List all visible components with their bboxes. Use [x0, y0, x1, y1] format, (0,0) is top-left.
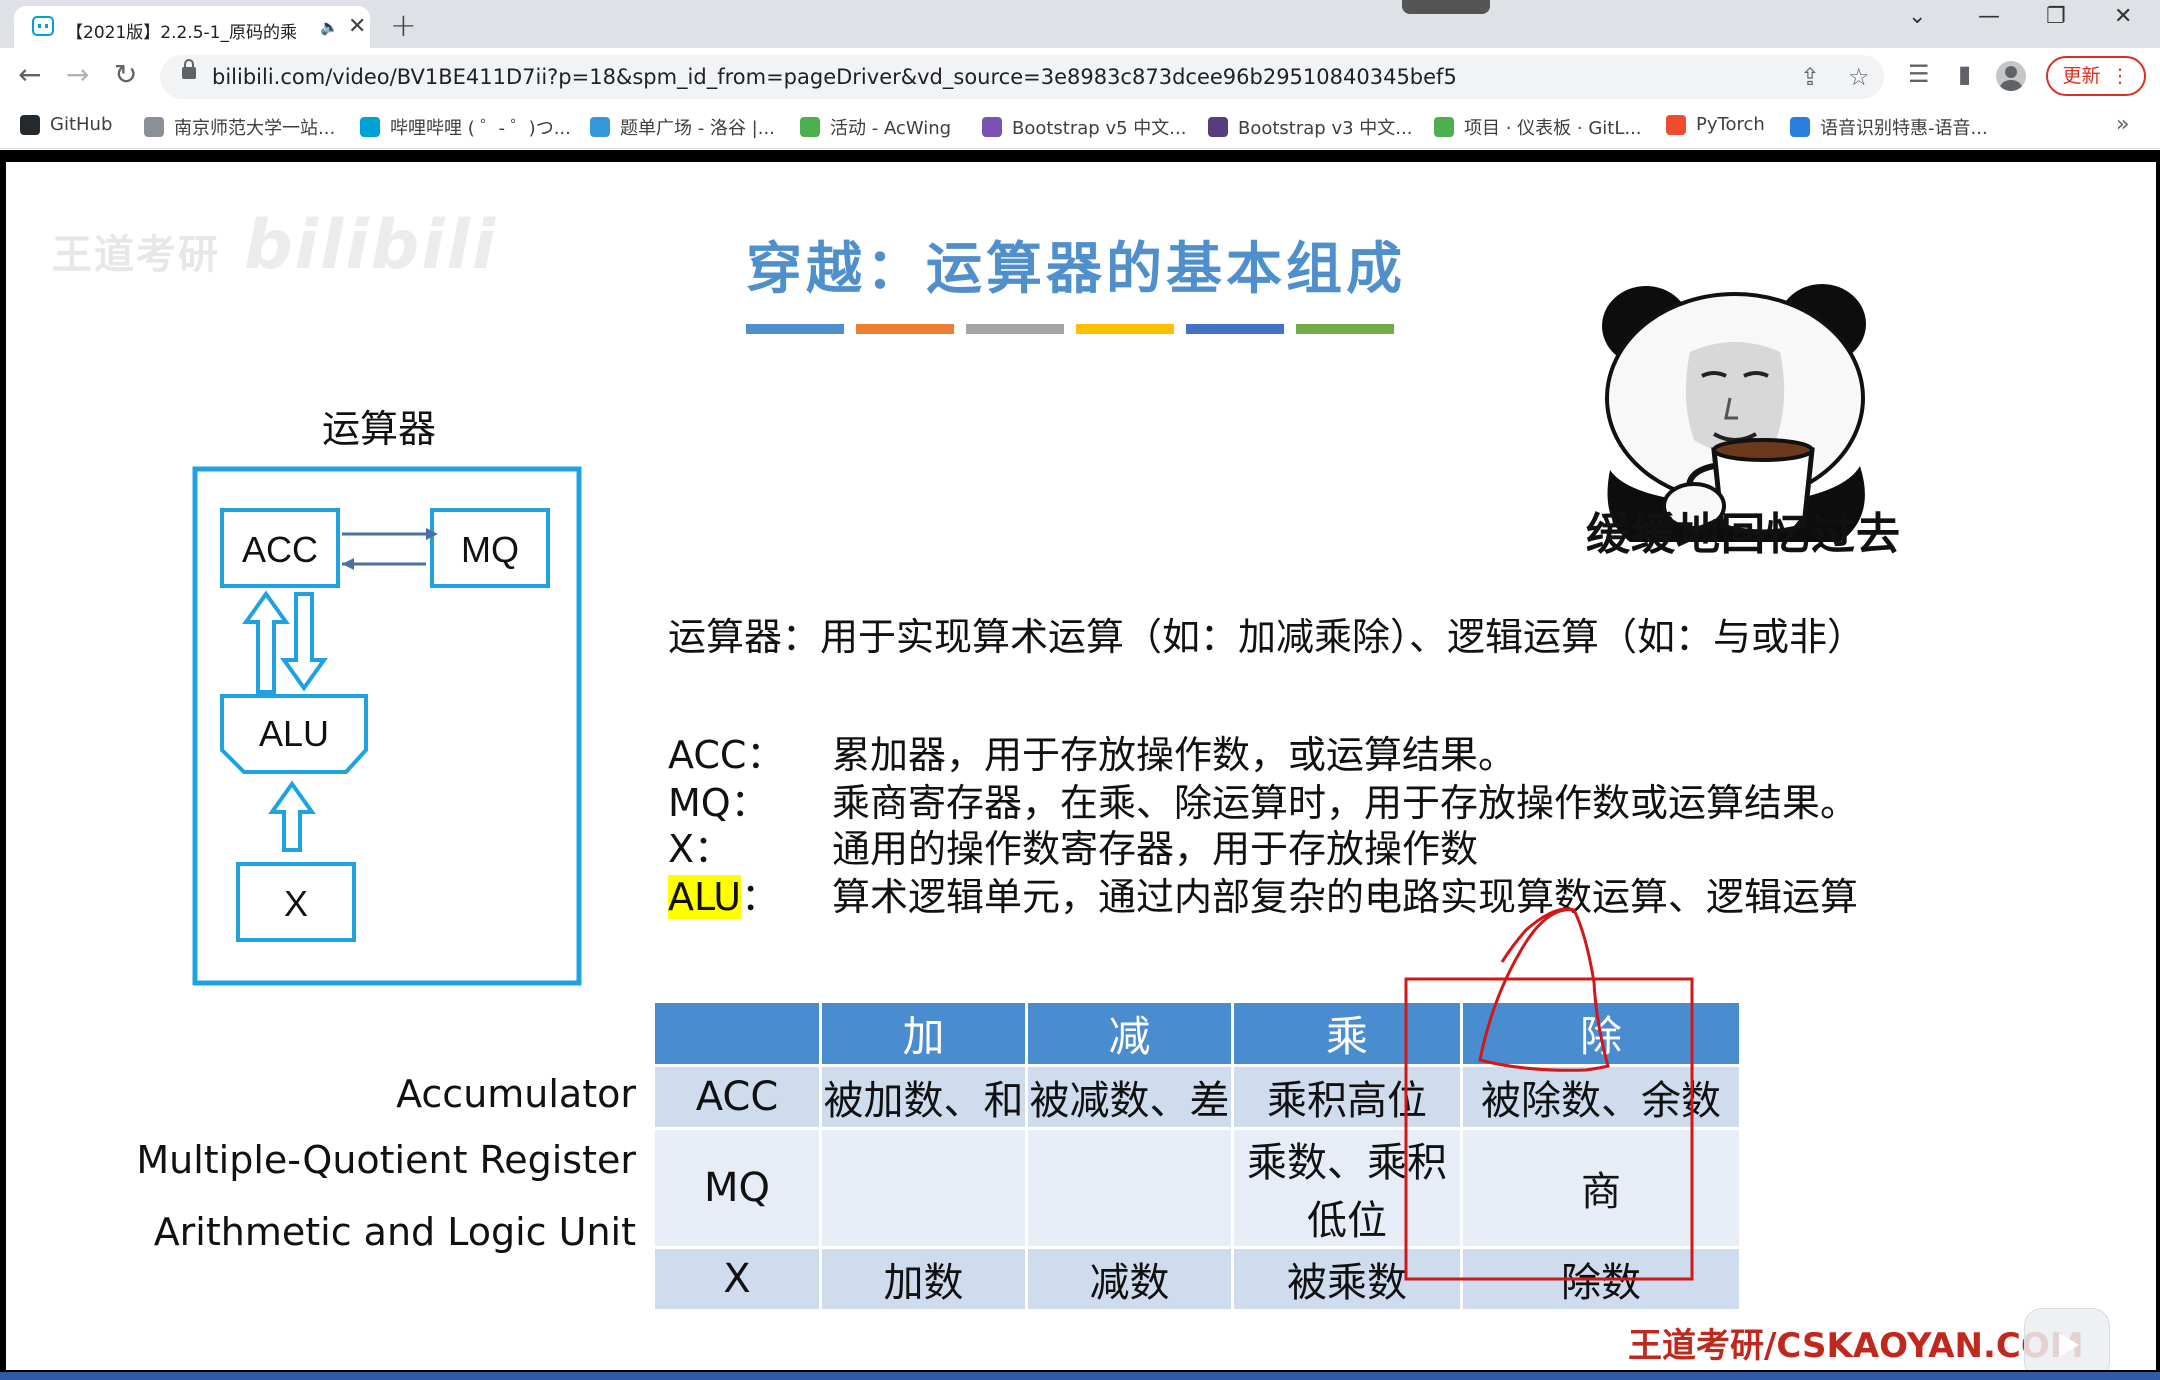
bilibili-icon [360, 117, 380, 137]
bookmark-label: 语音识别特惠-语音... [1820, 118, 1988, 139]
minimize-icon[interactable]: — [1978, 4, 2000, 29]
update-label: 更新 [2062, 65, 2101, 87]
bookmark-label: GitHub [50, 114, 113, 135]
bilibili-favicon-icon [32, 16, 54, 36]
bookmark-item[interactable]: 哔哩哔哩 ( ゜- ゜)つ... [360, 114, 571, 140]
lecture-slide: 王道考研 bilibili 穿越：运算器的基本组成 缓缓地回忆过去 运算器 AC… [6, 162, 2156, 1370]
restore-icon[interactable]: ❐ [2046, 4, 2066, 29]
github-icon [20, 114, 40, 135]
bootstrap-icon [982, 117, 1002, 137]
acwing-icon [800, 117, 820, 137]
bookmark-label: 题单广场 - 洛谷 |... [620, 118, 775, 139]
red-annotation [1404, 907, 1694, 1281]
bookmark-item[interactable]: 活动 - AcWing [800, 114, 951, 140]
bookmark-label: Bootstrap v5 中文... [1012, 118, 1187, 139]
bookmark-item[interactable]: 题单广场 - 洛谷 |... [590, 114, 775, 140]
tab-strip: 【2021版】2.2.5-1_原码的乘 🔈 ✕ + ⌄ — ❐ ✕ [0, 0, 2160, 48]
video-progress-bar[interactable] [0, 1372, 2160, 1380]
close-window-icon[interactable]: ✕ [2114, 4, 2132, 29]
bookmarks-bar: GitHub 南京师范大学一站... 哔哩哔哩 ( ゜- ゜)つ... 题单广场 - … [0, 106, 2160, 149]
cast-indicator [1402, 0, 1490, 14]
bookmark-item[interactable]: Bootstrap v5 中文... [982, 114, 1186, 140]
bookmark-item[interactable]: 项目 · 仪表板 · GitL... [1434, 114, 1642, 140]
bookmark-label: PyTorch [1696, 114, 1765, 135]
bookmark-label: 哔哩哔哩 ( ゜- ゜)つ... [390, 118, 571, 139]
pytorch-icon [1666, 114, 1686, 135]
luogu-icon [590, 117, 610, 137]
forward-arrow-icon[interactable]: → [66, 58, 89, 91]
highlight-rectangle [1404, 977, 1694, 1281]
address-bar[interactable]: bilibili.com/video/BV1BE411D7ii?p=18&spm… [160, 55, 1884, 99]
reload-icon[interactable]: ↻ [114, 58, 137, 91]
brand-footer: 王道考研/CSKAOYAN.COM [1628, 1326, 2084, 1366]
browser-toolbar: ← → ↻ bilibili.com/video/BV1BE411D7ii?p=… [0, 48, 2160, 106]
back-arrow-icon[interactable]: ← [18, 58, 41, 91]
side-panel-icon[interactable]: ▮ [1958, 60, 1971, 88]
speaker-icon[interactable]: 🔈 [320, 18, 339, 36]
bookmark-label: 活动 - AcWing [830, 118, 952, 139]
more-bookmarks-icon[interactable]: » [2116, 112, 2129, 137]
bookmark-item[interactable]: Bootstrap v3 中文... [1208, 114, 1412, 140]
kebab-menu-icon[interactable]: ⋮ [2111, 65, 2130, 87]
profile-avatar-icon[interactable] [1996, 61, 2026, 91]
new-tab-plus-icon[interactable]: + [390, 6, 417, 44]
bookmark-item[interactable]: 南京师范大学一站... [144, 114, 335, 140]
tab-search-chevron-icon[interactable]: ⌄ [1908, 4, 1926, 29]
lock-icon[interactable] [182, 59, 196, 79]
play-button[interactable] [2024, 1308, 2110, 1370]
house-icon [144, 117, 164, 137]
bookmark-item[interactable]: PyTorch [1666, 114, 1765, 135]
bookmark-star-icon[interactable]: ☆ [1848, 63, 1870, 91]
share-icon[interactable]: ⇪ [1800, 63, 1820, 91]
hand-drawn-arrow [1478, 907, 1610, 1072]
cloud-icon [1790, 117, 1810, 137]
bookmark-item[interactable]: GitHub [20, 114, 112, 135]
bootstrap-icon [1208, 117, 1228, 137]
bookmark-item[interactable]: 语音识别特惠-语音... [1790, 114, 1988, 140]
bookmark-label: 南京师范大学一站... [174, 118, 336, 139]
reading-list-icon[interactable]: ☰ [1908, 60, 1930, 88]
bookmark-label: 项目 · 仪表板 · GitL... [1464, 118, 1642, 139]
gitlab-icon [1434, 117, 1454, 137]
update-button[interactable]: 更新 ⋮ [2046, 56, 2146, 96]
url-text[interactable]: bilibili.com/video/BV1BE411D7ii?p=18&spm… [212, 65, 1457, 89]
active-tab[interactable]: 【2021版】2.2.5-1_原码的乘 🔈 ✕ [14, 6, 370, 48]
tab-title: 【2021版】2.2.5-1_原码的乘 [66, 23, 297, 43]
bookmark-label: Bootstrap v3 中文... [1238, 118, 1413, 139]
tab-close-icon[interactable]: ✕ [348, 14, 366, 39]
